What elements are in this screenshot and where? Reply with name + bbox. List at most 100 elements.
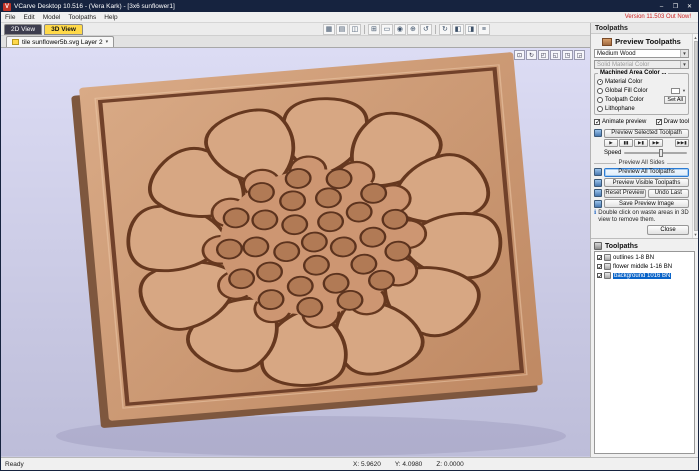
draw-tool-label: Draw tool: [663, 119, 689, 125]
chevron-down-icon[interactable]: ▼: [682, 88, 686, 93]
toolpath-color-radio[interactable]: [597, 96, 603, 103]
wood-tile[interactable]: [71, 52, 544, 428]
window-title: VCarve Desktop 10.516 - (Vera Kark) - [3…: [14, 3, 175, 10]
speed-slider[interactable]: [624, 149, 687, 157]
material-select[interactable]: Medium Wood ▼: [594, 49, 689, 58]
guides-icon[interactable]: ◫: [348, 23, 361, 35]
global-fill-color-radio[interactable]: [597, 87, 603, 94]
chevron-down-icon[interactable]: ▾: [106, 39, 109, 45]
side-view-icon[interactable]: ◳: [562, 50, 573, 60]
preview-visible-toolpaths-button[interactable]: Preview Visible Toolpaths: [604, 178, 689, 187]
toolpath-list-item[interactable]: flower middle 1-16 BN: [596, 262, 693, 271]
shade-left-icon[interactable]: ◧: [451, 23, 464, 35]
version-banner-link[interactable]: Version 11.503 Out Now!: [625, 14, 694, 20]
menu-file[interactable]: File: [5, 14, 15, 21]
coord-y: Y: 4.0980: [394, 460, 423, 468]
toolpaths-list[interactable]: outlines 1-8 BN flower middle 1-16 BN ba…: [594, 251, 695, 454]
material-color-radio-row[interactable]: Material Color: [597, 77, 686, 86]
toolpath-label[interactable]: flower middle 1-16 BN: [613, 264, 672, 270]
lithophane-radio-row[interactable]: Lithophane: [597, 104, 686, 113]
document-tab[interactable]: tile sunflower5b.svg Layer 2 ▾: [6, 36, 115, 47]
maximize-button[interactable]: ❐: [669, 2, 682, 11]
pause-button[interactable]: ▮▮: [619, 139, 633, 147]
title-bar: V VCarve Desktop 10.516 - (Vera Kark) - …: [1, 1, 698, 12]
set-all-button[interactable]: Set All: [664, 95, 686, 104]
preview-3d-render[interactable]: [1, 48, 590, 456]
toolpath-list-item[interactable]: background 1016 BN: [596, 271, 693, 280]
menu-model[interactable]: Model: [43, 14, 61, 21]
toolpath-color-radio-row[interactable]: Toolpath Color Set All: [597, 95, 686, 104]
minimize-button[interactable]: –: [655, 2, 668, 11]
tab-3d-view[interactable]: 3D View: [44, 23, 83, 35]
layers-icon[interactable]: ≡: [477, 23, 490, 35]
scroll-up-icon[interactable]: ▲: [694, 35, 698, 40]
menu-help[interactable]: Help: [104, 14, 117, 21]
scrollbar-thumb[interactable]: [693, 41, 698, 232]
shade-right-icon[interactable]: ◨: [464, 23, 477, 35]
skip-to-end-button[interactable]: ▶▶▮: [675, 139, 689, 147]
coord-z: Z: 0.0000: [436, 460, 464, 468]
menu-edit[interactable]: Edit: [23, 14, 34, 21]
toolpath-icon: [604, 254, 611, 262]
animate-preview-label: Animate preview: [602, 119, 647, 125]
undo-last-button[interactable]: Undo Last: [647, 188, 689, 198]
info-icon: ℹ: [594, 210, 597, 216]
close-window-button[interactable]: ✕: [683, 2, 696, 11]
zoom-fit-icon[interactable]: ⊡: [514, 50, 525, 60]
reset-preview-button[interactable]: Reset Preview: [604, 188, 646, 198]
toolpath-icon: [604, 263, 611, 271]
rotate-cw-icon[interactable]: ↻: [438, 23, 451, 35]
preview-all-icon: [594, 168, 602, 176]
close-button[interactable]: Close: [647, 225, 689, 236]
divider-line: [666, 162, 689, 164]
machined-area-color-label: Machined Area Color ...: [598, 70, 669, 76]
toolpath-visibility-checkbox[interactable]: [597, 272, 603, 280]
global-fill-color-swatch[interactable]: [671, 87, 681, 94]
top-view-icon[interactable]: ◰: [538, 50, 549, 60]
save-preview-image-button[interactable]: Save Preview Image: [604, 199, 689, 208]
coord-x: X: 5.9620: [353, 460, 381, 468]
toolpath-label[interactable]: background 1016 BN: [613, 272, 672, 279]
front-view-icon[interactable]: ◱: [550, 50, 561, 60]
status-bar: Ready X: 5.9620 Y: 4.0980 Z: 0.0000: [1, 457, 698, 470]
magnet-icon[interactable]: ⊕: [406, 23, 419, 35]
toolpath-visibility-checkbox[interactable]: [597, 254, 603, 262]
document-tab-bar: tile sunflower5b.svg Layer 2 ▾: [1, 36, 590, 48]
cursor-coordinates: X: 5.9620 Y: 4.0980 Z: 0.0000: [353, 461, 464, 468]
animate-preview-checkbox[interactable]: [594, 118, 601, 126]
preview-selected-icon: [594, 129, 602, 137]
preview-selected-toolpath-button[interactable]: Preview Selected Toolpath: [604, 128, 689, 138]
tab-2d-view[interactable]: 2D View: [4, 23, 43, 35]
step-button[interactable]: ▶▮: [634, 139, 648, 147]
fast-forward-button[interactable]: ▶▶: [649, 139, 663, 147]
toolpath-list-item[interactable]: outlines 1-8 BN: [596, 253, 693, 262]
toolpath-label[interactable]: outlines 1-8 BN: [613, 255, 654, 261]
speed-slider-thumb[interactable]: [658, 149, 663, 157]
origin-icon[interactable]: ◉: [393, 23, 406, 35]
status-ready: Ready: [5, 460, 24, 468]
iso-view-icon[interactable]: ◲: [574, 50, 585, 60]
reset-preview-icon: [594, 189, 602, 197]
menu-toolpaths[interactable]: Toolpaths: [68, 14, 96, 21]
material-color-radio[interactable]: [597, 78, 603, 85]
play-button[interactable]: ▶: [604, 139, 618, 147]
toolbar-separator: [434, 24, 436, 34]
document-tab-label: tile sunflower5b.svg Layer 2: [22, 38, 103, 46]
lithophane-radio[interactable]: [597, 105, 603, 112]
snap-objects-icon[interactable]: ⊞: [367, 23, 380, 35]
preview-3d-canvas[interactable]: ⊡ ↻ ◰ ◱ ◳ ◲: [1, 48, 590, 457]
preview-all-toolpaths-button[interactable]: Preview All Toolpaths: [604, 167, 689, 177]
speed-label: Speed: [604, 150, 622, 156]
ruler-icon[interactable]: ▭: [380, 23, 393, 35]
rotate-view-icon[interactable]: ↻: [526, 50, 537, 60]
preview-scrollbar[interactable]: ▲ ▼: [692, 34, 698, 239]
toolpath-visibility-checkbox[interactable]: [597, 263, 603, 271]
snap-grid-icon[interactable]: ▤: [335, 23, 348, 35]
material-color-radio-label: Material Color: [605, 78, 643, 85]
scroll-down-icon[interactable]: ▼: [694, 232, 698, 237]
global-fill-color-radio-row[interactable]: Global Fill Color ▼: [597, 86, 686, 95]
layer-icon: [12, 39, 19, 45]
rotate-ccw-icon[interactable]: ↺: [419, 23, 432, 35]
grid-icon[interactable]: ▦: [322, 23, 335, 35]
draw-tool-checkbox[interactable]: [655, 118, 663, 126]
